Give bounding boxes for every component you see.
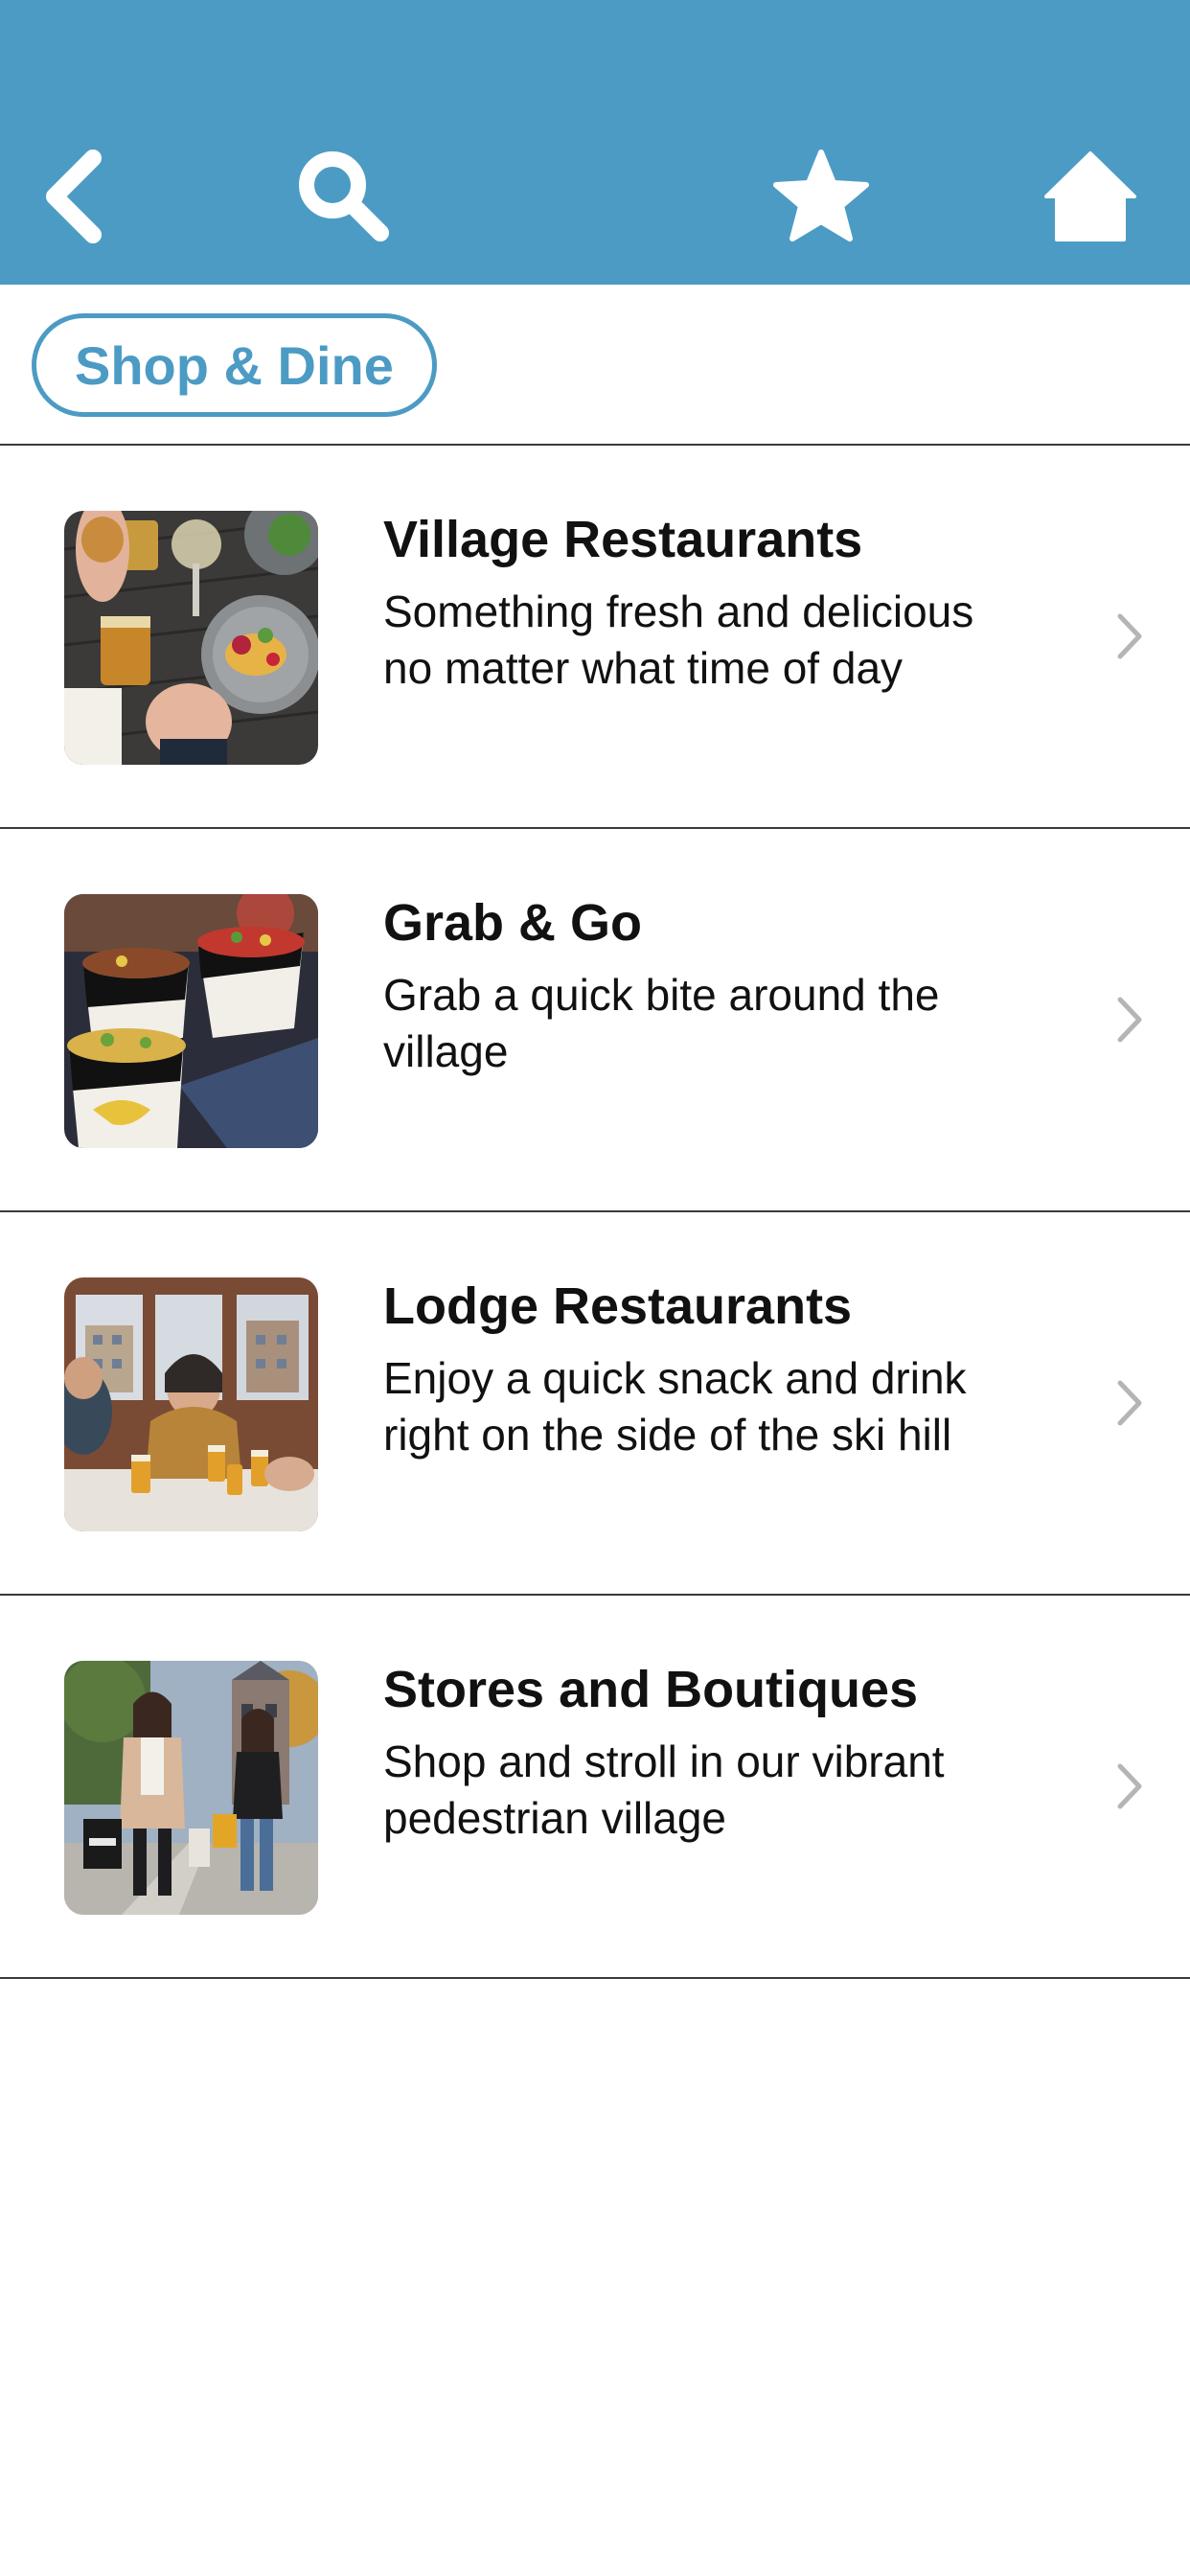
back-button[interactable] bbox=[16, 139, 131, 254]
chevron-right-icon bbox=[1117, 997, 1142, 1043]
list-item-village-restaurants[interactable]: Village Restaurants Something fresh and … bbox=[0, 446, 1190, 829]
top-navigation-bar bbox=[0, 0, 1190, 285]
category-filter-row: Shop & Dine bbox=[0, 285, 1190, 446]
search-icon bbox=[299, 151, 389, 242]
star-icon bbox=[773, 150, 869, 242]
list-item-description: Shop and stroll in our vibrant pedestria… bbox=[383, 1736, 945, 1843]
list-item-grab-and-go[interactable]: Grab & Go Grab a quick bite around the v… bbox=[0, 829, 1190, 1212]
favorites-button[interactable] bbox=[764, 139, 879, 254]
chevron-right-icon bbox=[1117, 1380, 1142, 1426]
home-icon bbox=[1044, 151, 1136, 242]
category-list: Village Restaurants Something fresh and … bbox=[0, 446, 1190, 1979]
list-item-description: Something fresh and delicious no matter … bbox=[383, 586, 974, 693]
restaurant-table-photo bbox=[64, 511, 318, 765]
lodge-dining-photo bbox=[64, 1277, 318, 1531]
search-button[interactable] bbox=[286, 139, 401, 254]
list-item-description: Grab a quick bite around the village bbox=[383, 970, 940, 1076]
food-bowls-photo bbox=[64, 894, 318, 1148]
list-item-title: Lodge Restaurants bbox=[383, 1277, 853, 1335]
chevron-right-icon bbox=[1117, 613, 1142, 659]
list-item-stores-and-boutiques[interactable]: Stores and Boutiques Shop and stroll in … bbox=[0, 1596, 1190, 1979]
category-chip-shop-dine[interactable]: Shop & Dine bbox=[32, 313, 437, 417]
list-item-title: Village Restaurants bbox=[383, 511, 863, 568]
list-item-lodge-restaurants[interactable]: Lodge Restaurants Enjoy a quick snack an… bbox=[0, 1212, 1190, 1596]
chevron-left-icon bbox=[46, 150, 102, 243]
list-item-title: Grab & Go bbox=[383, 894, 643, 952]
list-item-title: Stores and Boutiques bbox=[383, 1661, 919, 1718]
home-button[interactable] bbox=[1033, 139, 1148, 254]
shoppers-village-photo bbox=[64, 1661, 318, 1915]
chevron-right-icon bbox=[1117, 1763, 1142, 1809]
list-item-description: Enjoy a quick snack and drink right on t… bbox=[383, 1353, 967, 1460]
